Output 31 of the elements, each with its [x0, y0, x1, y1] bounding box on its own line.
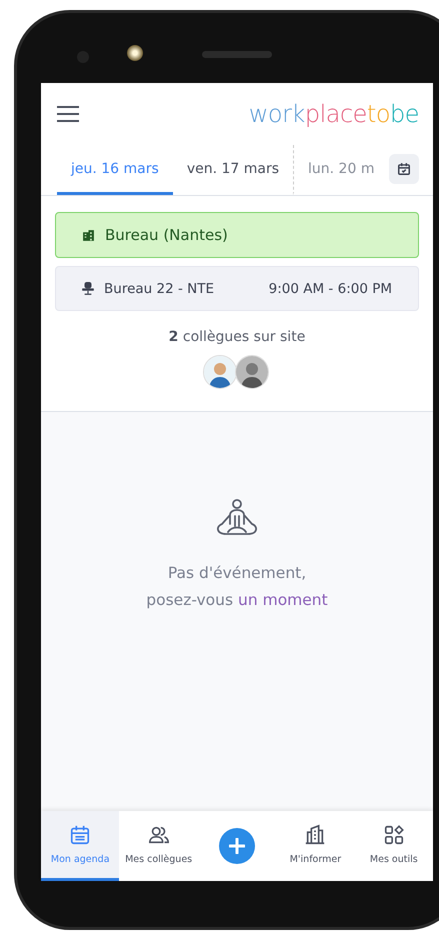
avatar[interactable] [203, 355, 237, 389]
colleagues-summary: 2 collègues sur site [168, 329, 306, 345]
camera-icon [127, 45, 143, 61]
add-button[interactable] [219, 828, 256, 864]
calendar-icon [69, 824, 92, 846]
location-label: Bureau (Nantes) [105, 226, 228, 244]
nav-item[interactable]: M'informer [276, 811, 355, 881]
chair-icon [82, 282, 94, 296]
moment-link[interactable]: un moment [238, 591, 328, 609]
plus-icon [229, 838, 246, 854]
nav-item[interactable]: Mes collègues [119, 811, 198, 881]
logo: workplacetobe [248, 100, 419, 128]
empty-message: Pas d'événement, [166, 563, 308, 584]
day-tab[interactable]: ven. 17 mars [172, 145, 294, 195]
meditation-icon [214, 498, 260, 538]
day-tab[interactable]: jeu. 16 mars [57, 145, 173, 195]
desk-label: Bureau 22 - NTE [104, 280, 214, 296]
avatar[interactable] [235, 355, 269, 389]
building-icon [304, 824, 326, 846]
speaker-icon [202, 51, 272, 58]
desk-hours: 9:00 AM - 6:00 PM [268, 280, 392, 296]
nav-item[interactable]: Mes outils [354, 811, 434, 881]
menu-icon[interactable] [57, 106, 79, 122]
calendar-icon [397, 162, 411, 176]
location-card[interactable]: Bureau (Nantes) [55, 212, 419, 258]
calendar-button[interactable] [389, 154, 419, 184]
desk-card[interactable]: Bureau 22 - NTE 9:00 AM - 6:00 PM [55, 266, 419, 311]
empty-message: posez-vous [146, 591, 234, 609]
people-icon [148, 824, 170, 846]
grid-icon [382, 824, 405, 846]
building-icon [82, 228, 95, 242]
